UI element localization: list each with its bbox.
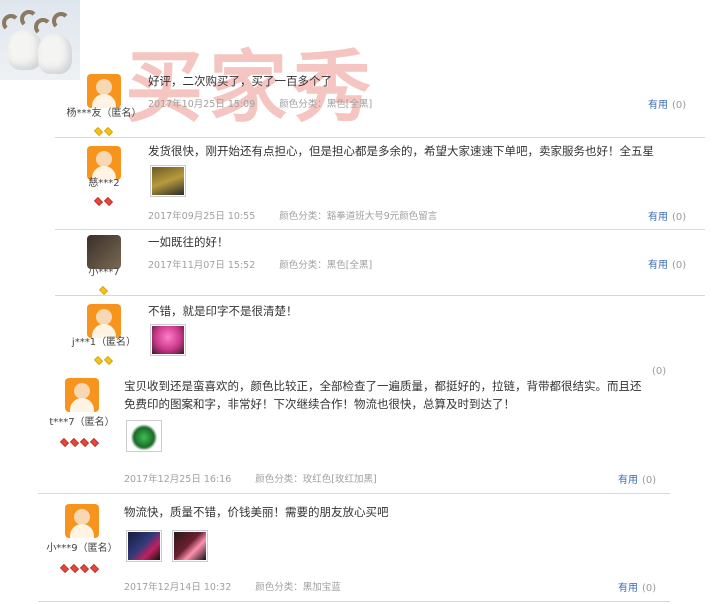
review-color: 颜色分类：玫红色[玫红加黑]: [255, 474, 377, 485]
review-text: 一如既往的好！: [148, 235, 229, 249]
review-photo[interactable]: [172, 530, 208, 562]
review-text: 物流快，质量不错，价钱美丽！需要的朋友放心买吧: [124, 505, 389, 519]
review-username: t***7（匿名）: [49, 417, 115, 428]
buyer-level-badge: [93, 349, 114, 366]
review-color: 颜色分类：黑色[全黑]: [279, 260, 373, 271]
review-meta: 2017年11月07日 15:52 颜色分类：黑色[全黑]: [148, 257, 372, 271]
review-item: 杨***友（匿名） 好评，二次购买了，买了一百多个了 2017年10月25日 1…: [0, 66, 715, 138]
useful-label[interactable]: 有用: [618, 475, 638, 486]
useful-button[interactable]: 有用 (0): [648, 256, 686, 271]
review-meta: 2017年10月25日 15:09 颜色分类：黑色[全黑]: [148, 96, 372, 110]
useful-count: (0): [672, 212, 687, 223]
review-item: 小***9（匿名） 物流快，质量不错，价钱美丽！需要的朋友放心买吧 2017年1…: [0, 494, 715, 604]
review-item: t***7（匿名） 宝贝收到还是蛮喜欢的，颜色比较正，全部检查了一遍质量，都挺好…: [0, 368, 715, 494]
useful-count: (0): [642, 475, 657, 486]
review-photo[interactable]: [126, 530, 162, 562]
review-text: 发货很快，刚开始还有点担心，但是担心都是多余的，希望大家速速下单吧，卖家服务也好…: [148, 144, 654, 158]
user-avatar[interactable]: [65, 378, 99, 412]
review-text: 宝贝收到还是蛮喜欢的，颜色比较正，全部检查了一遍质量，都挺好的，拉链，背带都很结…: [124, 379, 642, 393]
user-avatar[interactable]: [87, 74, 121, 108]
useful-button[interactable]: 有用 (0): [648, 208, 686, 223]
review-text: 免费印的图案和字，非常好！下次继续合作！物流也很快，总算及时到达了！: [124, 397, 515, 411]
useful-count: (0): [672, 100, 687, 111]
useful-count: (0): [642, 583, 657, 594]
useful-button[interactable]: 有用 (0): [618, 579, 656, 594]
buyer-level-badge: [93, 120, 114, 137]
buyer-level-badge: [59, 557, 100, 574]
review-date: 2017年12月14日 10:32: [124, 582, 232, 593]
review-username: 小***7: [88, 267, 120, 278]
review-date: 2017年12月25日 16:16: [124, 474, 232, 485]
useful-label[interactable]: 有用: [618, 583, 638, 594]
review-meta: 2017年12月14日 10:32 颜色分类：黑加宝蓝: [124, 579, 341, 593]
review-text: 好评，二次购买了，买了一百多个了: [148, 74, 332, 88]
buyer-level-badge: [93, 190, 114, 207]
review-meta: 2017年09月25日 10:55 颜色分类：豁拳道班大号9元颜色留言: [148, 208, 437, 222]
review-date: 2017年10月25日 15:09: [148, 99, 256, 110]
review-date: 2017年11月07日 15:52: [148, 260, 256, 271]
review-username: 杨***友（匿名）: [66, 108, 142, 119]
review-meta: 2017年12月25日 16:16 颜色分类：玫红色[玫红加黑]: [124, 471, 377, 485]
review-photo[interactable]: [150, 324, 186, 356]
user-avatar[interactable]: [65, 504, 99, 538]
buyer-level-badge: [59, 431, 100, 448]
review-text: 不错，就是印字不是很清楚！: [148, 304, 298, 318]
buyer-level-badge: [98, 279, 109, 296]
useful-button[interactable]: 有用 (0): [648, 96, 686, 111]
useful-label[interactable]: 有用: [648, 212, 668, 223]
divider: [38, 601, 670, 602]
review-item: j***1（匿名） 不错，就是印字不是很清楚！ (0): [0, 296, 715, 377]
review-photo[interactable]: [126, 420, 162, 452]
review-item: 慈***2 发货很快，刚开始还有点担心，但是担心都是多余的，希望大家速速下单吧，…: [0, 138, 715, 230]
review-username: 慈***2: [88, 178, 120, 189]
useful-label[interactable]: 有用: [648, 100, 668, 111]
useful-button[interactable]: 有用 (0): [618, 471, 656, 486]
useful-label[interactable]: 有用: [648, 260, 668, 271]
review-username: j***1（匿名）: [71, 337, 137, 348]
review-color: 颜色分类：黑色[全黑]: [279, 99, 373, 110]
review-color: 颜色分类：豁拳道班大号9元颜色留言: [279, 211, 438, 222]
review-photo[interactable]: [150, 165, 186, 197]
review-date: 2017年09月25日 10:55: [148, 211, 256, 222]
review-item: 小***7 一如既往的好！ 2017年11月07日 15:52 颜色分类：黑色[全…: [0, 230, 715, 296]
review-color: 颜色分类：黑加宝蓝: [255, 582, 341, 593]
useful-count: (0): [672, 260, 687, 271]
review-username: 小***9（匿名）: [46, 543, 118, 554]
